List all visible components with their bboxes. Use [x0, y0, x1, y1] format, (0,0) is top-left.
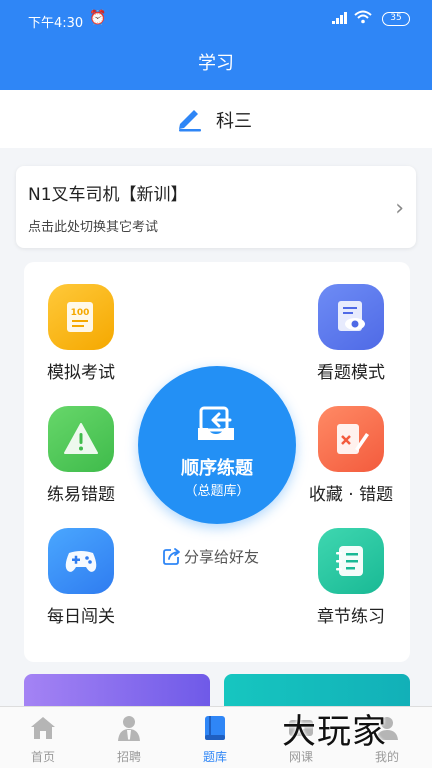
status-bar: 下午4:30 ⏰ 35: [0, 0, 432, 40]
tab-home-label: 首页: [30, 750, 55, 764]
wifi-icon: [354, 10, 372, 28]
daily-challenge-label: 每日闯关: [47, 607, 115, 627]
person-icon: [118, 716, 140, 741]
tab-home[interactable]: 首页: [0, 707, 86, 768]
tab-question-bank[interactable]: 题库: [172, 707, 258, 768]
watermark-logo: 大玩家: [282, 712, 387, 752]
status-time: 下午4:30: [28, 16, 84, 31]
signal-icon: [332, 12, 347, 24]
tab-question-bank-label: 题库: [202, 750, 227, 764]
mock-exam-label: 模拟考试: [47, 363, 115, 383]
view-mode-button[interactable]: 看题模式: [296, 284, 406, 383]
exam-switch-hint: 点击此处切换其它考试: [28, 220, 159, 235]
subject-label: 科三: [216, 111, 252, 132]
warning-icon: [48, 406, 114, 472]
tab-recruit-label: 招聘: [116, 750, 141, 764]
share-label: 分享给好友: [184, 548, 260, 566]
home-icon: [31, 717, 55, 739]
daily-challenge-button[interactable]: 每日闯关: [26, 528, 136, 627]
import-tray-icon: [198, 406, 234, 440]
mock-exam-button[interactable]: 100 模拟考试: [26, 284, 136, 383]
chapter-practice-label: 章节练习: [317, 607, 385, 627]
page-title: 学习: [0, 40, 432, 90]
error-prone-practice-button[interactable]: 练易错题: [26, 406, 136, 505]
subject-selector[interactable]: 科三: [0, 90, 432, 148]
alarm-off-icon: ⏰: [89, 10, 107, 26]
gamepad-icon: [48, 528, 114, 594]
sequential-practice-title: 顺序练题: [181, 458, 253, 479]
chevron-right-icon: ›: [395, 196, 404, 221]
wrong-answers-icon: [318, 406, 384, 472]
view-mode-label: 看题模式: [317, 363, 385, 383]
exam-switch-card[interactable]: N1叉车司机【新训】 点击此处切换其它考试 ›: [16, 166, 416, 248]
chapter-practice-button[interactable]: 章节练习: [296, 528, 406, 627]
exam-title: N1叉车司机【新训】: [28, 185, 188, 205]
share-icon: [163, 548, 180, 565]
notebook-icon: [318, 528, 384, 594]
sequential-practice-button[interactable]: 顺序练题 （总题库）: [138, 366, 296, 524]
favorites-wrong-label: 收藏 · 错题: [308, 485, 394, 505]
pencil-icon: [179, 110, 201, 132]
tab-recruit[interactable]: 招聘: [86, 707, 172, 768]
error-prone-practice-label: 练易错题: [47, 485, 115, 505]
battery-indicator: 35: [382, 12, 410, 26]
sequential-practice-subtitle: （总题库）: [184, 484, 250, 499]
favorites-wrong-button[interactable]: 收藏 · 错题: [296, 406, 406, 505]
eye-document-icon: [318, 284, 384, 350]
exam-paper-icon: 100: [48, 284, 114, 350]
share-button[interactable]: 分享给好友: [162, 546, 259, 567]
svg-text:100: 100: [71, 308, 90, 318]
book-icon: [205, 716, 225, 740]
